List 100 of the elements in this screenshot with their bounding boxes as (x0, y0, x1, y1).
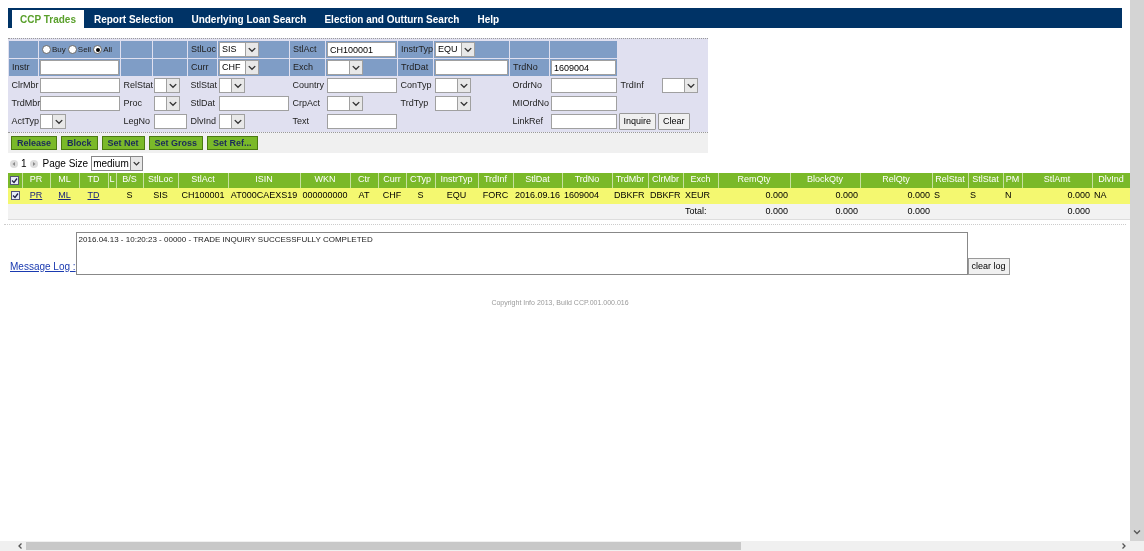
column-header[interactable]: StlLoc (143, 172, 178, 188)
column-header[interactable]: InstrTyp (435, 172, 478, 188)
dropdown[interactable] (39, 114, 66, 129)
table-cell: XEUR (685, 189, 710, 200)
column-header[interactable]: StlStat (968, 172, 1003, 188)
text-field[interactable] (550, 96, 617, 111)
text-field[interactable] (550, 114, 617, 129)
column-header[interactable]: RelStat (932, 172, 968, 188)
column-header[interactable]: CTyp (406, 172, 435, 188)
column-header[interactable]: PR (22, 172, 50, 188)
dropdown[interactable] (434, 96, 471, 111)
text-field[interactable] (39, 96, 120, 111)
form-button[interactable]: Inquire (618, 113, 657, 130)
text-field[interactable]: CH100001 (327, 42, 396, 57)
column-header[interactable]: Curr (378, 172, 406, 188)
previous-page-icon[interactable] (10, 159, 18, 168)
action-button[interactable]: Set Ref... (207, 135, 258, 150)
table-cell: DBKFR (614, 189, 645, 200)
chevron-left-icon[interactable] (16, 542, 24, 550)
chevron-down-icon (348, 97, 362, 110)
chevron-down-icon[interactable] (1132, 527, 1142, 537)
text-field[interactable] (218, 96, 289, 111)
text-field[interactable] (326, 78, 397, 94)
clear-log-button[interactable]: clear log (967, 258, 1010, 275)
column-header[interactable]: RelQty (860, 172, 932, 188)
action-button[interactable]: Block (61, 135, 98, 150)
dropdown[interactable] (153, 96, 180, 111)
column-header[interactable]: B/S (116, 172, 143, 188)
action-button[interactable]: Set Gross (148, 135, 204, 150)
table-cell: CHF (382, 189, 402, 200)
dropdown[interactable] (327, 60, 363, 75)
dropdown[interactable] (434, 78, 471, 94)
dropdown[interactable] (661, 78, 698, 93)
scrollbar-thumb[interactable] (26, 542, 741, 550)
column-header[interactable]: TrdNo (562, 172, 612, 188)
column-header[interactable]: StlAmt (1022, 172, 1092, 188)
table-cell: CH100001 (181, 189, 225, 200)
text-field[interactable] (153, 114, 187, 129)
vertical-scrollbar[interactable] (1130, 0, 1144, 541)
table-cell: 0.000 (907, 189, 930, 200)
chevron-down-icon (456, 97, 470, 110)
text-field[interactable] (550, 78, 617, 94)
row-link[interactable]: ML (58, 189, 71, 200)
column-header[interactable]: StlDat (513, 172, 562, 188)
dropdown[interactable] (218, 114, 245, 129)
page-size-dropdown[interactable]: medium (91, 156, 144, 171)
text-field[interactable] (40, 60, 119, 75)
radio-button[interactable] (67, 45, 77, 54)
row-link[interactable]: TD (87, 189, 100, 200)
dropdown[interactable]: SIS (219, 42, 259, 57)
column-header[interactable]: BlockQty (790, 172, 860, 188)
dropdown[interactable]: CHF (219, 60, 259, 75)
message-log-link[interactable]: Message Log : (10, 259, 76, 274)
column-header[interactable]: StlAct (178, 172, 228, 188)
column-header[interactable]: TrdMbr (612, 172, 648, 188)
column-header[interactable]: TrdInf (478, 172, 513, 188)
dropdown[interactable]: EQU (435, 42, 475, 57)
field-label: TrdDat (400, 62, 429, 73)
dropdown[interactable] (153, 78, 180, 94)
text-field[interactable]: 1609004 (551, 60, 616, 75)
action-button[interactable]: Release (11, 135, 58, 150)
column-header[interactable]: Ctr (350, 172, 378, 188)
column-header[interactable]: ClrMbr (648, 172, 683, 188)
field-label: InstrTyp (400, 44, 433, 55)
text-field[interactable] (435, 60, 508, 75)
dropdown[interactable] (218, 78, 245, 94)
next-page-icon[interactable] (29, 159, 38, 168)
nav-tab[interactable]: CCP Trades (12, 10, 84, 28)
column-header[interactable]: Exch (683, 172, 718, 188)
action-button[interactable]: Set Net (101, 135, 145, 150)
table-cell: NA (1094, 189, 1107, 200)
nav-tab[interactable]: Report Selection (85, 10, 182, 28)
row-checkbox[interactable] (10, 191, 20, 200)
dropdown[interactable] (326, 96, 363, 111)
column-header[interactable]: TD (79, 172, 108, 188)
field-label: Instr (11, 62, 30, 73)
row-link[interactable]: PR (29, 189, 43, 200)
column-header[interactable]: ISIN (228, 172, 300, 188)
field-label: Exch (292, 62, 313, 73)
nav-tab[interactable]: Election and Outturn Search (316, 10, 468, 28)
field-label: StlStat (189, 80, 217, 92)
radio-button[interactable] (93, 45, 103, 54)
horizontal-scrollbar[interactable] (0, 541, 1144, 551)
nav-tab[interactable]: Underlying Loan Search (183, 10, 315, 28)
text-field[interactable] (39, 78, 120, 94)
chevron-down-icon (230, 115, 244, 128)
table-cell: S (126, 189, 133, 200)
column-header[interactable]: RemQty (718, 172, 790, 188)
nav-tab[interactable]: Help (469, 10, 508, 28)
column-header[interactable]: L (108, 172, 116, 188)
column-header[interactable]: PM (1003, 172, 1022, 188)
chevron-right-icon[interactable] (1120, 542, 1128, 550)
select-all-checkbox[interactable] (10, 175, 20, 185)
text-field[interactable] (326, 114, 397, 129)
column-header[interactable]: WKN (300, 172, 350, 188)
field-label: Text (291, 116, 309, 127)
chevron-down-icon (245, 61, 258, 74)
column-header[interactable]: ML (50, 172, 79, 188)
form-button[interactable]: Clear (658, 113, 690, 130)
radio-button[interactable] (42, 45, 51, 54)
